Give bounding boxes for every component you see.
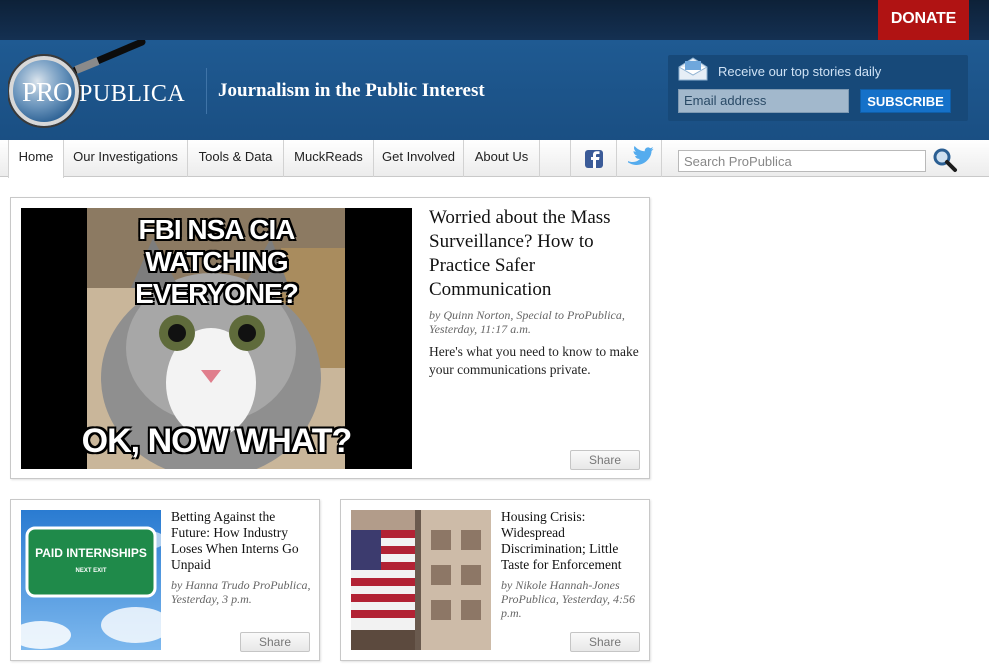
nav-item-home[interactable]: Home (8, 140, 64, 178)
story-byline: by Nikole Hannah-Jones ProPublica, Yeste… (501, 578, 635, 620)
site-tagline: Journalism in the Public Interest (218, 80, 485, 101)
donate-button[interactable]: DONATE (878, 0, 969, 44)
story-headline[interactable]: Housing Crisis: Widespread Discriminatio… (501, 509, 641, 573)
envelope-icon (678, 57, 708, 81)
twitter-link[interactable] (616, 140, 662, 177)
subscribe-button[interactable]: SUBSCRIBE (860, 89, 951, 113)
flag-building-image (351, 510, 491, 650)
search-icon[interactable] (932, 147, 958, 173)
sign-text: PAID INTERNSHIPS (35, 546, 147, 560)
newsletter-label: Receive our top stories daily (718, 64, 882, 79)
nav-item-our-investigations[interactable]: Our Investigations (64, 140, 188, 177)
nav-item-get-involved[interactable]: Get Involved (374, 140, 464, 177)
top-bar (0, 0, 989, 40)
featured-story-card: FBI NSA CIA WATCHING EVERYONE? OK, NOW W… (10, 197, 650, 479)
meme-caption-bottom: OK, NOW WHAT? (81, 422, 353, 460)
propublica-logo[interactable]: PRO PUBLICA (7, 38, 198, 140)
logo-publica: PUBLICA (79, 81, 186, 107)
story-byline: by Hanna Trudo ProPublica, Yesterday, 3 … (171, 578, 311, 606)
story-card: PAID INTERNSHIPS NEXT EXIT Betting Again… (10, 499, 320, 661)
story-headline[interactable]: Betting Against the Future: How Industry… (171, 509, 311, 573)
logo-wordmark: PRO PUBLICA (22, 77, 185, 109)
facebook-link[interactable] (570, 140, 616, 177)
story-card: Housing Crisis: Widespread Discriminatio… (340, 499, 650, 661)
highway-sign-image (21, 510, 161, 650)
search-input[interactable]: Search ProPublica (678, 150, 926, 172)
story-image-internships[interactable]: PAID INTERNSHIPS NEXT EXIT (21, 510, 161, 650)
header-divider (206, 68, 207, 114)
featured-story-image[interactable]: FBI NSA CIA WATCHING EVERYONE? OK, NOW W… (21, 208, 412, 469)
featured-summary: Here's what you need to know to make you… (429, 344, 639, 377)
nav-item-about-us[interactable]: About Us (464, 140, 540, 177)
facebook-icon (585, 150, 603, 168)
story-share-button[interactable]: Share (570, 632, 640, 652)
story-image-housing[interactable] (351, 510, 491, 650)
story-share-button[interactable]: Share (240, 632, 310, 652)
nav-item-muckreads[interactable]: MuckReads (284, 140, 374, 177)
featured-byline: by Quinn Norton, Special to ProPublica, … (429, 308, 625, 336)
nav-item-tools-data[interactable]: Tools & Data (188, 140, 284, 177)
email-field[interactable]: Email address (678, 89, 849, 113)
site-header: PRO PUBLICA Journalism in the Public Int… (0, 38, 989, 140)
featured-headline[interactable]: Worried about the Mass Surveillance? How… (429, 206, 639, 302)
logo-pro: PRO (22, 77, 73, 107)
newsletter-box: Receive our top stories daily Email addr… (668, 55, 968, 121)
featured-share-button[interactable]: Share (570, 450, 640, 470)
meme-caption-top: FBI NSA CIA WATCHING EVERYONE? (135, 214, 299, 309)
sign-subtext: NEXT EXIT (75, 568, 107, 574)
twitter-icon (628, 146, 654, 165)
